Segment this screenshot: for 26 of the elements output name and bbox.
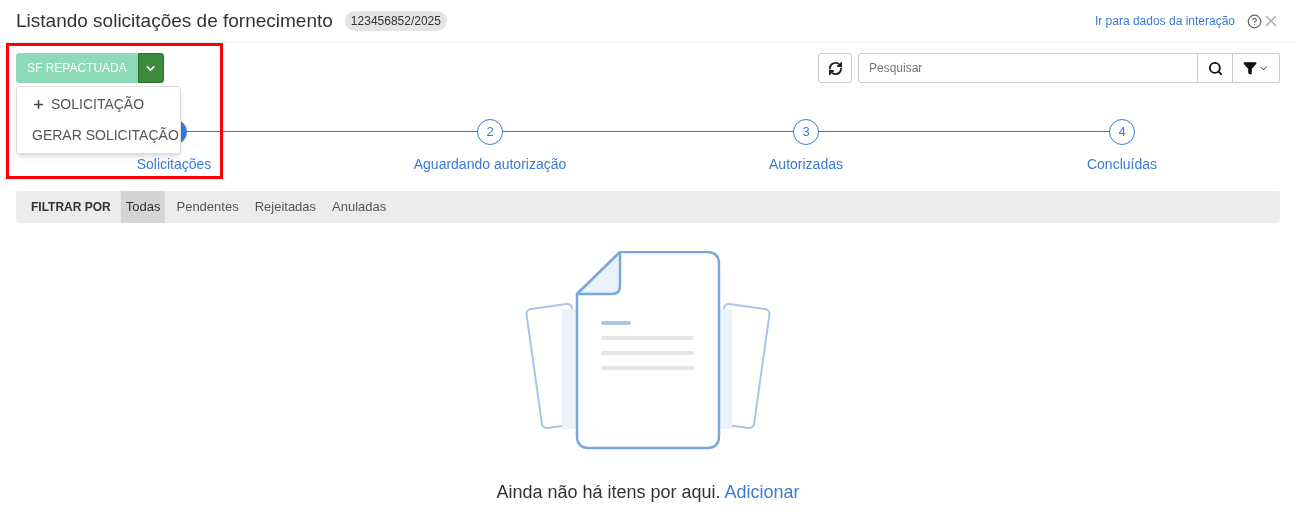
dropdown-toggle-button[interactable] — [137, 53, 164, 83]
add-link[interactable]: Adicionar — [724, 482, 800, 502]
filter-icon — [1243, 61, 1257, 75]
filter-tab[interactable]: Rejeitadas — [249, 191, 322, 223]
refresh-button[interactable] — [818, 53, 852, 83]
id-badge: 123456852/2025 — [344, 11, 447, 31]
filter-button[interactable] — [1233, 53, 1280, 83]
filter-tab[interactable]: Pendentes — [171, 191, 244, 223]
step-label[interactable]: Concluídas — [1086, 154, 1157, 175]
help-icon[interactable] — [1247, 13, 1262, 29]
empty-message: Ainda não há itens por aqui. Adicionar — [496, 481, 800, 504]
step-label[interactable]: Aguardando autorização — [413, 154, 567, 175]
refresh-icon — [827, 60, 843, 76]
step-label[interactable]: Solicitações — [136, 154, 212, 175]
plus-icon — [32, 98, 45, 111]
search-button[interactable] — [1198, 53, 1233, 83]
step-label[interactable]: Autorizadas — [769, 154, 843, 175]
menu-item[interactable]: SOLICITAÇÃO — [17, 89, 180, 120]
search-field[interactable]: Pesquisar — [858, 53, 1198, 83]
filter-tab[interactable]: Anuladas — [327, 191, 392, 223]
interaction-link[interactable]: Ir para dados da interação — [1094, 12, 1235, 30]
search-icon — [1207, 60, 1223, 76]
filter-tab[interactable]: Todas — [120, 191, 166, 223]
filter-label: FILTRAR POR — [31, 199, 111, 216]
menu-item[interactable]: GERAR SOLICITAÇÃO — [17, 120, 180, 151]
page-title: Listando solicitações de fornecimento — [16, 8, 333, 33]
